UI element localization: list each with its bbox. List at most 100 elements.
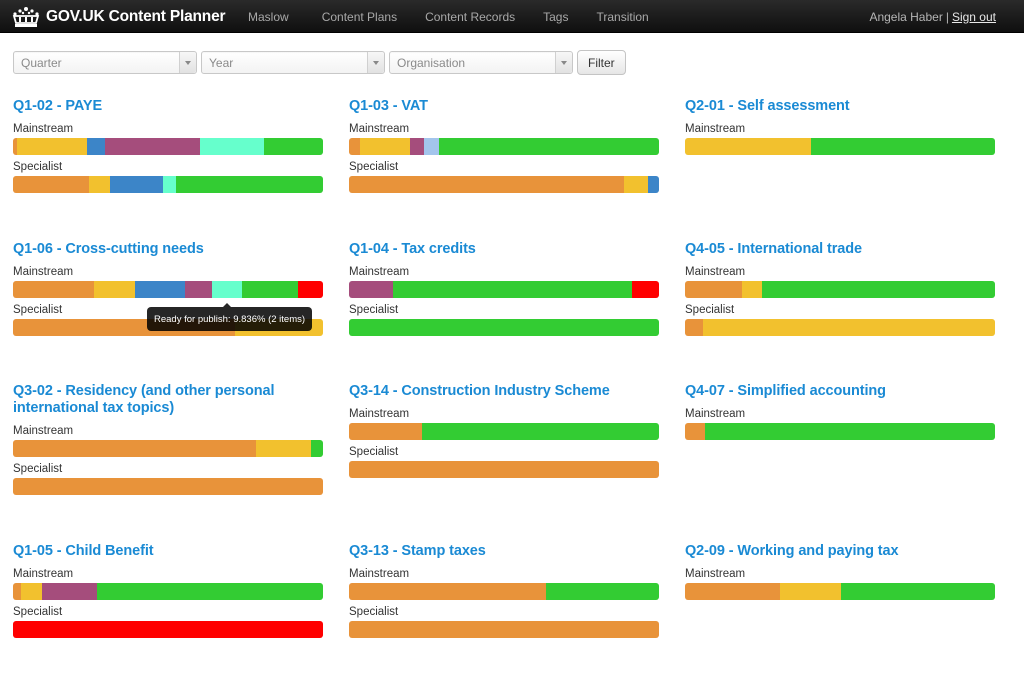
bar-segment-orange[interactable] (685, 281, 743, 298)
bar-segment-yellow[interactable] (256, 440, 311, 457)
nav-item-tags[interactable]: Tags (543, 10, 568, 24)
chevron-down-icon (555, 52, 572, 73)
bar-segment-yellow[interactable] (742, 281, 763, 298)
mainstream-progress-bar (349, 423, 659, 440)
content-plan-card: Q1-04 - Tax credits Mainstream Specialist (349, 241, 661, 336)
content-plan-card: Q3-13 - Stamp taxes Mainstream Specialist (349, 543, 661, 638)
user-name: Angela Haber (869, 9, 943, 24)
bar-segment-orange[interactable] (13, 478, 323, 495)
bar-segment-green[interactable] (705, 423, 995, 440)
bar-segment-green[interactable] (176, 176, 323, 193)
mainstream-progress-bar (685, 281, 995, 298)
bar-segment-green[interactable] (242, 281, 299, 298)
nav-item-maslow[interactable]: Maslow (248, 10, 289, 24)
content-plan-card: Q4-05 - International trade Mainstream Spe… (685, 241, 997, 336)
content-plan-title-link[interactable]: Q3-02 - Residency (and other personal in… (13, 383, 325, 417)
content-plan-title-link[interactable]: Q4-07 - Simplified accounting (685, 383, 997, 400)
filter-button[interactable]: Filter (577, 50, 626, 75)
bar-segment-orange[interactable] (685, 423, 706, 440)
mainstream-label: Mainstream (685, 408, 746, 420)
bar-segment-yellow[interactable] (685, 138, 811, 155)
bar-segment-green[interactable] (349, 319, 659, 336)
organisation-select[interactable]: Organisation (389, 51, 573, 74)
specialist-label: Specialist (685, 304, 735, 316)
mainstream-progress-bar (349, 281, 659, 298)
content-plan-title-link[interactable]: Q4-05 - International trade (685, 241, 997, 258)
bar-segment-orange[interactable] (349, 621, 659, 638)
bar-segment-red[interactable] (13, 621, 323, 638)
bar-segment-green[interactable] (810, 138, 995, 155)
bar-segment-red[interactable] (632, 281, 659, 298)
content-plan-title-link[interactable]: Q3-13 - Stamp taxes (349, 543, 661, 560)
bar-segment-orange[interactable] (349, 138, 360, 155)
bar-segment-yellow[interactable] (17, 138, 88, 155)
bar-segment-orange[interactable] (349, 176, 624, 193)
brand-link[interactable]: GOV.UK Content Planner (12, 0, 226, 33)
bar-segment-green[interactable] (840, 583, 995, 600)
specialist-progress-bar (349, 319, 659, 336)
bar-segment-aqua[interactable] (212, 281, 243, 298)
filter-bar: Quarter Year Organisation Filter (13, 50, 626, 75)
bar-segment-blue[interactable] (110, 176, 164, 193)
bar-segment-yellow[interactable] (359, 138, 410, 155)
specialist-progress-bar (13, 621, 323, 638)
bar-segment-yellow[interactable] (94, 281, 136, 298)
nav-item-transition[interactable]: Transition (596, 10, 648, 24)
bar-segment-blue[interactable] (87, 138, 106, 155)
content-plan-title-link[interactable]: Q1-03 - VAT (349, 98, 661, 115)
bar-segment-yellow[interactable] (779, 583, 841, 600)
bar-segment-purple[interactable] (42, 583, 97, 600)
mainstream-progress-bar (685, 423, 995, 440)
bar-segment-orange[interactable] (349, 583, 546, 600)
bar-segment-orange[interactable] (13, 176, 89, 193)
bar-segment-green[interactable] (393, 281, 633, 298)
bar-segment-aqua[interactable] (199, 138, 264, 155)
bar-segment-orange[interactable] (685, 583, 780, 600)
year-select[interactable]: Year (201, 51, 385, 74)
mainstream-label: Mainstream (349, 123, 410, 135)
bar-segment-red[interactable] (298, 281, 323, 298)
chevron-down-icon (179, 52, 196, 73)
bar-segment-green[interactable] (310, 440, 323, 457)
bar-segment-aqua[interactable] (163, 176, 177, 193)
quarter-select[interactable]: Quarter (13, 51, 197, 74)
bar-segment-orange[interactable] (13, 281, 95, 298)
bar-segment-green[interactable] (438, 138, 659, 155)
content-plan-title-link[interactable]: Q2-01 - Self assessment (685, 98, 997, 115)
content-plan-title-link[interactable]: Q1-05 - Child Benefit (13, 543, 325, 560)
content-plan-title-link[interactable]: Q1-02 - PAYE (13, 98, 325, 115)
bar-segment-orange[interactable] (685, 319, 703, 336)
bar-segment-orange[interactable] (349, 423, 422, 440)
sign-out-link[interactable]: Sign out (952, 10, 996, 24)
content-plan-title-link[interactable]: Q2-09 - Working and paying tax (685, 543, 997, 560)
mainstream-label: Mainstream (13, 425, 74, 437)
mainstream-progress-bar (685, 138, 995, 155)
bar-segment-green[interactable] (263, 138, 323, 155)
bar-segment-green[interactable] (545, 583, 659, 600)
bar-segment-purple[interactable] (409, 138, 424, 155)
bar-segment-green[interactable] (421, 423, 659, 440)
nav-item-content-plans[interactable]: Content Plans (322, 10, 397, 24)
bar-segment-purple[interactable] (349, 281, 394, 298)
bar-segment-blue[interactable] (135, 281, 186, 298)
main-nav: Maslow Content Plans Content Records Tag… (248, 0, 677, 33)
user-area: Angela Haber | Sign out (869, 0, 996, 33)
bar-segment-yellow[interactable] (21, 583, 43, 600)
bar-segment-green[interactable] (96, 583, 323, 600)
content-plan-title-link[interactable]: Q1-06 - Cross-cutting needs (13, 241, 325, 258)
bar-segment-yellow[interactable] (88, 176, 111, 193)
mainstream-progress-bar (349, 138, 659, 155)
bar-segment-green[interactable] (762, 281, 995, 298)
content-plan-title-link[interactable]: Q1-04 - Tax credits (349, 241, 661, 258)
bar-segment-purple[interactable] (185, 281, 212, 298)
bar-segment-orange[interactable] (349, 461, 659, 478)
bar-segment-orange[interactable] (13, 583, 22, 600)
bar-segment-lightblue[interactable] (423, 138, 439, 155)
content-plan-title-link[interactable]: Q3-14 - Construction Industry Scheme (349, 383, 661, 400)
nav-item-content-records[interactable]: Content Records (425, 10, 515, 24)
bar-segment-orange[interactable] (13, 440, 257, 457)
bar-segment-purple[interactable] (105, 138, 200, 155)
bar-segment-yellow[interactable] (702, 319, 995, 336)
bar-segment-yellow[interactable] (623, 176, 648, 193)
bar-segment-blue[interactable] (647, 176, 659, 193)
